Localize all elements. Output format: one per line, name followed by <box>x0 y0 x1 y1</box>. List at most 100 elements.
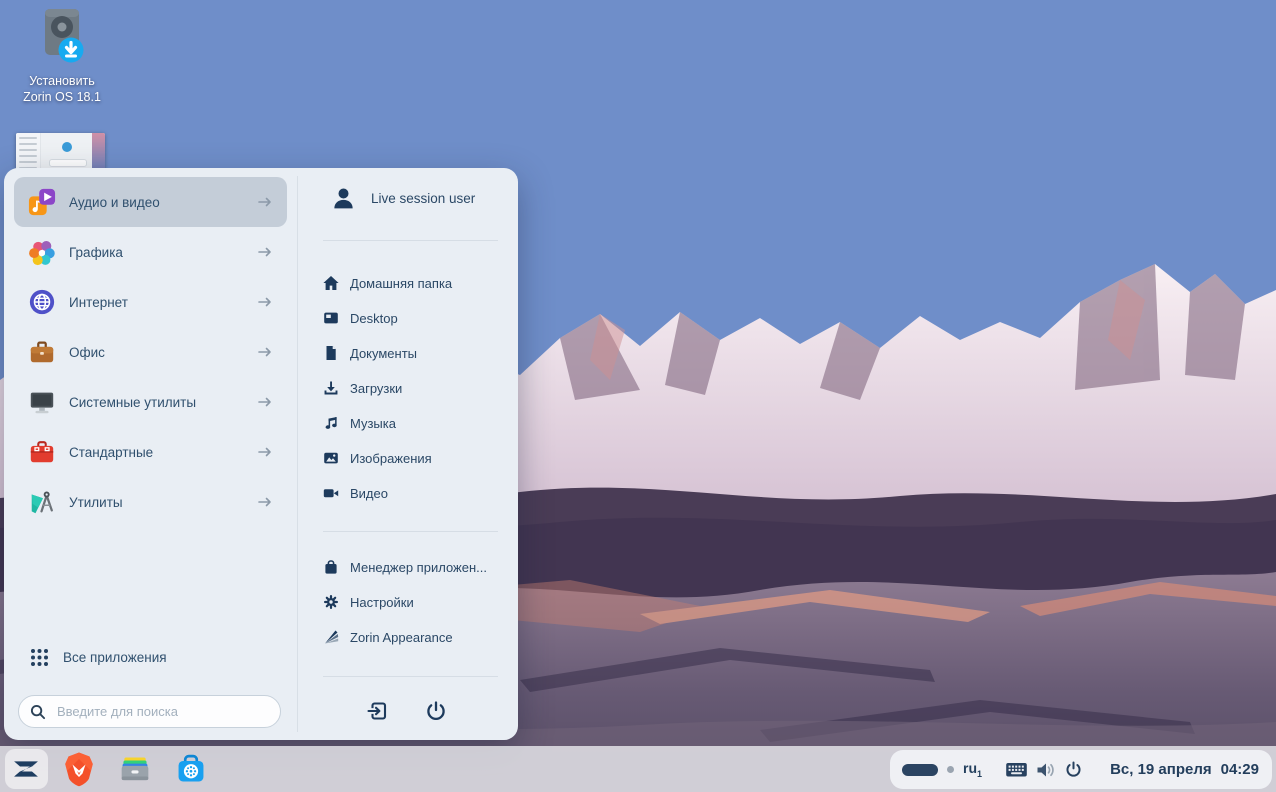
chevron-right-icon <box>257 496 273 508</box>
chevron-right-icon <box>257 346 273 358</box>
system-utilities-icon <box>28 388 56 416</box>
place-label: Видео <box>350 486 388 501</box>
category-accessories[interactable]: Стандартные <box>14 427 287 477</box>
place-label: Документы <box>350 346 417 361</box>
accessories-icon <box>28 438 56 466</box>
place-pictures[interactable]: Изображения <box>323 446 432 470</box>
all-apps-label: Все приложения <box>63 650 167 665</box>
document-icon <box>323 345 339 361</box>
logout-button[interactable] <box>367 700 391 724</box>
menu-item-settings[interactable]: Настройки <box>323 590 414 614</box>
category-label: Системные утилиты <box>69 395 257 410</box>
thumbnail-logo <box>62 142 72 152</box>
keyboard-layout-indicator[interactable]: ru1 <box>963 760 982 779</box>
place-videos[interactable]: Видео <box>323 481 388 505</box>
menu-item-zorin-appearance[interactable]: Zorin Appearance <box>323 625 453 649</box>
onscreen-keyboard-button[interactable] <box>1005 761 1028 784</box>
taskbar: ru1 <box>0 746 1276 792</box>
category-audio-video[interactable]: Аудио и видео <box>14 177 287 227</box>
graphics-icon <box>28 238 56 266</box>
taskbar-files-button[interactable] <box>119 753 151 790</box>
category-utilities[interactable]: Утилиты <box>14 477 287 527</box>
category-label: Стандартные <box>69 445 257 460</box>
volume-button[interactable] <box>1036 761 1056 784</box>
brave-icon <box>63 751 95 787</box>
place-music[interactable]: Музыка <box>323 411 396 435</box>
home-icon <box>323 275 339 291</box>
music-icon <box>323 415 339 431</box>
user-row[interactable]: Live session user <box>331 186 475 211</box>
power-icon <box>1065 761 1082 778</box>
category-label: Аудио и видео <box>69 195 257 210</box>
search-box[interactable] <box>18 695 281 728</box>
volume-icon <box>1036 761 1056 779</box>
desktop-icon-label-line1: Установить <box>14 73 110 89</box>
place-downloads[interactable]: Загрузки <box>323 376 402 400</box>
office-icon <box>28 338 56 366</box>
desktop-root: Установить Zorin OS 18.1 Аудио и видео <box>0 0 1276 792</box>
zorin-logo-icon <box>9 752 43 786</box>
logout-icon <box>367 700 389 722</box>
place-desktop[interactable]: Desktop <box>323 306 398 330</box>
power-button[interactable] <box>425 700 449 724</box>
app-grid-icon <box>30 648 49 667</box>
tray-power-button[interactable] <box>1065 761 1082 783</box>
search-icon <box>30 704 46 720</box>
chevron-right-icon <box>257 196 273 208</box>
category-system-utilities[interactable]: Системные утилиты <box>14 377 287 427</box>
place-label: Изображения <box>350 451 432 466</box>
menu-divider <box>323 676 498 677</box>
zorin-appearance-icon <box>323 629 339 645</box>
category-graphics[interactable]: Графика <box>14 227 287 277</box>
utilities-icon <box>28 488 56 516</box>
search-input[interactable] <box>55 703 269 720</box>
category-label: Утилиты <box>69 495 257 510</box>
menu-item-label: Настройки <box>350 595 414 610</box>
clock[interactable]: Вс, 19 апреля 04:29 <box>1110 761 1259 778</box>
user-name: Live session user <box>371 191 475 206</box>
category-list: Аудио и видео Графи <box>14 177 287 527</box>
video-icon <box>323 485 339 501</box>
thumbnail-search-bar <box>49 159 87 167</box>
taskbar-brave-button[interactable] <box>63 751 95 792</box>
category-label: Офис <box>69 345 257 360</box>
chevron-right-icon <box>257 296 273 308</box>
place-label: Музыка <box>350 416 396 431</box>
all-apps-button[interactable]: Все приложения <box>30 642 167 672</box>
downloads-icon <box>323 380 339 396</box>
desktop-icon-install-zorin[interactable]: Установить Zorin OS 18.1 <box>14 8 110 105</box>
menu-item-label: Менеджер приложен... <box>350 560 487 575</box>
desktop-icon-label-line2: Zorin OS 18.1 <box>14 89 110 105</box>
place-documents[interactable]: Документы <box>323 341 417 365</box>
workspace-indicator-active[interactable] <box>902 764 938 776</box>
file-manager-icon <box>119 753 151 785</box>
keyboard-layout-index: 1 <box>977 769 982 779</box>
category-internet[interactable]: Интернет <box>14 277 287 327</box>
audio-video-icon <box>28 188 56 216</box>
menu-divider <box>323 531 498 532</box>
place-label: Desktop <box>350 311 398 326</box>
settings-gear-icon <box>323 594 339 610</box>
keyboard-layout-code: ru <box>963 760 977 776</box>
software-store-icon <box>175 753 207 785</box>
disk-install-icon <box>38 8 86 64</box>
taskbar-zorin-menu-button[interactable] <box>9 752 43 791</box>
menu-divider <box>323 240 498 241</box>
place-label: Домашняя папка <box>350 276 452 291</box>
user-icon <box>331 186 356 211</box>
chevron-right-icon <box>257 446 273 458</box>
clock-date: Вс, 19 апреля <box>1110 761 1212 778</box>
chevron-right-icon <box>257 246 273 258</box>
category-office[interactable]: Офис <box>14 327 287 377</box>
taskbar-software-button[interactable] <box>175 753 207 790</box>
clock-time: 04:29 <box>1221 761 1259 778</box>
place-home[interactable]: Домашняя папка <box>323 271 452 295</box>
software-bag-icon <box>323 559 339 575</box>
place-label: Загрузки <box>350 381 402 396</box>
category-label: Графика <box>69 245 257 260</box>
pictures-icon <box>323 450 339 466</box>
power-icon <box>425 700 447 722</box>
menu-item-label: Zorin Appearance <box>350 630 453 645</box>
menu-item-software-manager[interactable]: Менеджер приложен... <box>323 555 487 579</box>
workspace-indicator-dot[interactable] <box>947 766 954 773</box>
